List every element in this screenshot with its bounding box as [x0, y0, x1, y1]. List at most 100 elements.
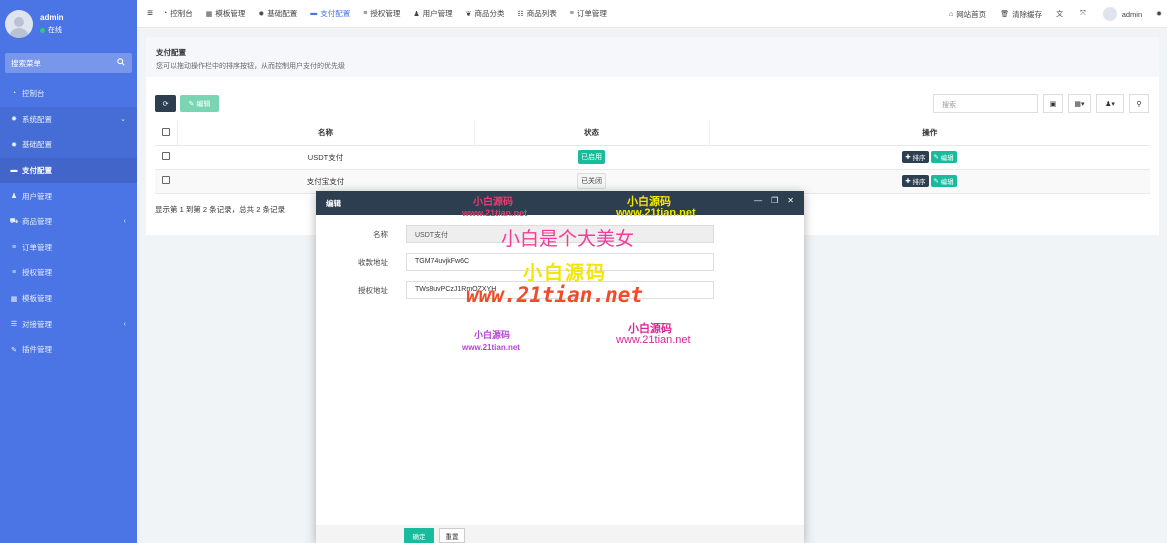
column-header-name[interactable]: 名称 — [177, 121, 475, 146]
export-button[interactable]: ♟▾ — [1096, 94, 1124, 113]
maximize-icon[interactable]: ❐ — [771, 196, 778, 205]
edit-button[interactable]: ✎ 编辑 — [180, 95, 219, 112]
gear-icon: ✹ — [1156, 11, 1162, 18]
tab-dashboard[interactable]: ◔ 控制台 — [163, 8, 193, 19]
table-search-input[interactable]: 搜索 — [933, 94, 1038, 113]
menu-search-label: 搜索菜单 — [11, 58, 41, 68]
sidebar-item-label: 系统配置 — [22, 114, 52, 124]
table-header-row: 名称 状态 操作 — [155, 121, 1150, 146]
tab-label: 订单管理 — [576, 9, 607, 18]
column-header-status[interactable]: 状态 — [474, 121, 710, 146]
table-row[interactable]: 支付宝支付 已关闭 ✚ 排序 ✎ 编辑 — [155, 169, 1150, 194]
fullscreen-icon: ⤧ — [1080, 10, 1086, 17]
tab-orders[interactable]: ≡ 订单管理 — [570, 8, 607, 19]
close-icon[interactable]: ✕ — [787, 196, 794, 205]
receive-address-label: 收款地址 — [358, 257, 388, 267]
minimize-icon[interactable]: — — [754, 196, 762, 205]
pagination-info: 显示第 1 到第 2 条记录，总共 2 条记录 — [155, 205, 286, 214]
row-checkbox[interactable] — [162, 152, 170, 160]
sidebar-item-label: 订单管理 — [22, 242, 52, 252]
watermark-text: www.21tian.net — [616, 207, 696, 219]
clear-cache-button[interactable]: 🗑 清除缓存 — [1000, 9, 1042, 20]
edit-button-label: 编辑 — [196, 100, 211, 108]
reset-button[interactable]: 重置 — [439, 528, 465, 543]
list-icon: ≡ — [363, 10, 368, 17]
sidebar-item-label: 模板管理 — [22, 294, 52, 304]
avatar[interactable] — [5, 10, 33, 38]
dashboard-icon: ◔ — [11, 90, 17, 98]
list-icon: ≡ — [11, 269, 17, 277]
sidebar-item-plugins[interactable]: ✎ 插件管理 — [0, 337, 137, 363]
toggle-view-button[interactable]: ▣ — [1043, 94, 1063, 113]
sidebar-item-payment-config[interactable]: ▬ 支付配置 — [0, 157, 137, 184]
sidebar-item-integration[interactable]: ☰ 对接管理 ‹ — [0, 311, 137, 337]
sidebar-item-users[interactable]: ♟ 用户管理 — [0, 183, 137, 209]
tab-label: 控制台 — [170, 9, 193, 18]
tab-products[interactable]: ☷ 商品列表 — [517, 8, 556, 19]
modal-header[interactable]: 编辑 — ❐ ✕ — [316, 191, 804, 215]
leaf-icon: ❦ — [465, 10, 472, 18]
row-edit-label: 编辑 — [940, 155, 954, 162]
status-badge[interactable]: 已启用 — [578, 150, 605, 164]
sidebar-item-basic-config[interactable]: ✹ 基础配置 — [0, 132, 137, 158]
sidebar-item-dashboard[interactable]: ◔ 控制台 — [0, 81, 137, 107]
row-checkbox[interactable] — [162, 176, 170, 184]
gear-icon: ✹ — [11, 141, 17, 149]
refresh-button[interactable]: ⟳ — [155, 95, 176, 112]
settings-button[interactable]: ✹ — [1156, 10, 1165, 18]
sidebar-item-licenses[interactable]: ≡ 授权管理 — [0, 260, 137, 286]
tab-label: 支付配置 — [320, 9, 351, 18]
status-badge[interactable]: 已关闭 — [577, 173, 606, 189]
table-row[interactable]: USDT支付 已启用 ✚ 排序 ✎ 编辑 — [155, 145, 1150, 170]
advanced-search-button[interactable]: ⚲ — [1129, 94, 1149, 113]
dashboard-icon: ◔ — [163, 10, 168, 17]
form-row-receive-address: 收款地址 TGM74uvjkFw6C — [316, 253, 714, 271]
watermark-text: www.21tian.net — [466, 283, 644, 307]
user-icon: ♟▾ — [1105, 100, 1115, 108]
row-edit-button[interactable]: ✎ 编辑 — [930, 175, 957, 187]
tab-licenses[interactable]: ≡ 授权管理 — [363, 8, 400, 19]
menu-search[interactable]: 搜索菜单 — [5, 53, 132, 73]
tab-basic-config[interactable]: ✹ 基础配置 — [258, 8, 297, 19]
tab-categories[interactable]: ❦ 商品分类 — [466, 8, 505, 19]
watermark-text: www.21tian.net — [462, 343, 520, 352]
home-icon: ⌂ — [948, 10, 954, 18]
sidebar-item-label: 用户管理 — [22, 191, 52, 201]
user-menu-label: admin — [1121, 9, 1143, 19]
home-link[interactable]: ⌂ 网站首页 — [949, 9, 986, 20]
fullscreen-button[interactable]: ⤧ — [1080, 10, 1089, 18]
panel-header: 支付配置 您可以拖动操作栏中的排序按钮，从而控制用户支付的优先级 — [146, 37, 1159, 77]
refresh-icon: ⟳ — [162, 100, 169, 108]
row-edit-button[interactable]: ✎ 编辑 — [930, 151, 957, 163]
tab-users[interactable]: ♟ 用户管理 — [413, 8, 452, 19]
sidebar-item-templates[interactable]: ▦ 模板管理 — [0, 286, 137, 312]
confirm-button[interactable]: 确定 — [404, 528, 434, 543]
sidebar-item-system-config[interactable]: ✹ 系统配置 ⌄ — [0, 106, 137, 133]
sidebar-item-products[interactable]: ⛟ 商品管理 ‹ — [0, 209, 137, 235]
sidebar-item-label: 授权管理 — [22, 268, 52, 278]
sidebar-item-orders[interactable]: ≡ 订单管理 — [0, 235, 137, 261]
tab-label: 商品分类 — [474, 9, 505, 18]
language-toggle[interactable]: 文 — [1056, 9, 1066, 19]
page-title: 支付配置 — [156, 48, 186, 57]
user-menu[interactable]: admin — [1102, 7, 1143, 21]
home-link-label: 网站首页 — [956, 9, 987, 19]
tab-label: 商品列表 — [526, 9, 557, 18]
tab-payment-config[interactable]: ▬ 支付配置 — [310, 8, 350, 19]
row-name: USDT支付 — [177, 145, 474, 170]
user-panel: admin 在线 — [0, 0, 137, 48]
select-all-cell — [155, 121, 178, 146]
sort-button[interactable]: ✚ 排序 — [902, 151, 929, 163]
columns-button[interactable]: ▦▾ — [1068, 94, 1091, 113]
card-view-icon: ▣ — [1049, 100, 1057, 108]
search-icon[interactable] — [117, 58, 125, 68]
card-icon: ▬ — [310, 10, 318, 17]
watermark-text: www.21tian.net — [616, 334, 691, 346]
watermark-text: 小白源码 — [523, 263, 608, 284]
user-icon: ♟ — [10, 193, 18, 201]
tab-templates[interactable]: ▦ 模板管理 — [206, 8, 246, 19]
select-all-checkbox[interactable] — [161, 127, 170, 136]
menu-toggle-icon[interactable]: ≡ — [137, 8, 163, 19]
sort-button[interactable]: ✚ 排序 — [902, 175, 929, 187]
table-toolbar: ⟳ ✎ 编辑 — [155, 95, 219, 112]
